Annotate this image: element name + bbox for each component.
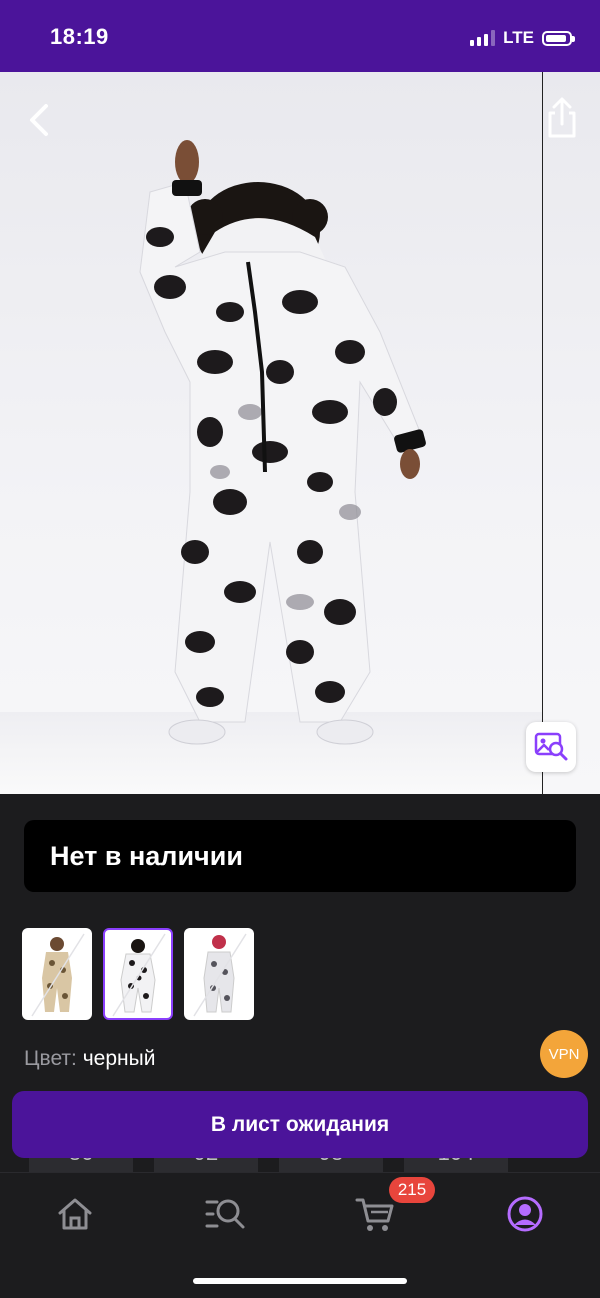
thumb-variant-beige[interactable] [22, 928, 92, 1020]
product-image[interactable] [0, 72, 600, 794]
tab-bar: 215 [0, 1172, 600, 1298]
cart-icon [355, 1198, 394, 1231]
color-value: черный [82, 1047, 156, 1070]
back-button[interactable] [20, 100, 60, 140]
image-search-icon [534, 732, 568, 761]
share-button[interactable] [542, 96, 582, 140]
chevron-left-icon [30, 104, 48, 136]
availability-text: Нет в наличии [50, 840, 243, 871]
thumb-model-image [31, 933, 85, 1017]
thumb-model-image [193, 933, 247, 1017]
cart-count-badge: 215 [389, 1177, 435, 1203]
battery-icon [542, 30, 575, 46]
thumb-variant-black[interactable] [103, 928, 173, 1020]
profile-icon [507, 1196, 543, 1232]
thumb-variant-grey[interactable] [184, 928, 254, 1020]
network-type: LTE [503, 28, 534, 47]
color-row: Цвет: черный [24, 1047, 155, 1071]
catalog-search-icon [205, 1199, 245, 1229]
status-time: 18:19 [50, 24, 109, 49]
color-label: Цвет: [24, 1047, 77, 1070]
signal-icon [470, 30, 496, 46]
visual-search-button[interactable] [526, 722, 576, 772]
tab-catalog-search[interactable] [200, 1189, 250, 1239]
availability-banner: Нет в наличии [24, 820, 576, 892]
thumb-model-image [112, 933, 166, 1017]
waitlist-button[interactable]: В лист ожидания [12, 1091, 588, 1158]
tab-profile[interactable] [500, 1189, 550, 1239]
gallery-next-image-edge [542, 72, 543, 794]
vpn-badge[interactable]: VPN [540, 1030, 588, 1078]
status-indicators: LTE [470, 28, 575, 48]
waitlist-button-label: В лист ожидания [210, 1112, 390, 1136]
product-model-illustration [139, 140, 426, 745]
home-icon [58, 1198, 92, 1230]
home-indicator [193, 1278, 407, 1284]
status-bar: 18:19 LTE [0, 0, 600, 72]
tab-home[interactable] [50, 1189, 100, 1239]
share-icon [548, 97, 576, 138]
